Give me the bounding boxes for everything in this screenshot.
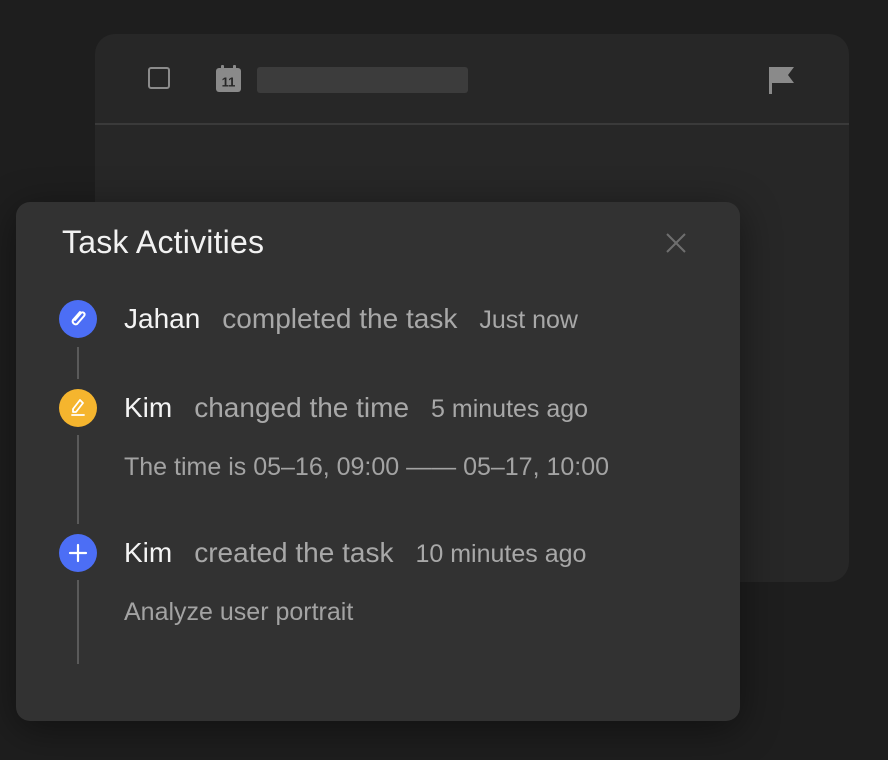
- activity-item: Kim changed the time 5 minutes ago: [124, 390, 588, 427]
- task-title-input[interactable]: [257, 67, 468, 93]
- activity-actor: Kim: [124, 392, 173, 423]
- task-activities-panel: Task Activities Jahan completed the task J…: [16, 202, 740, 721]
- activity-time: 10 minutes ago: [415, 540, 587, 568]
- edit-icon: [71, 399, 85, 416]
- activity-badge: [59, 389, 97, 427]
- link-icon: [71, 311, 86, 326]
- activity-badge: [59, 300, 97, 338]
- plus-icon: [68, 543, 88, 563]
- timeline-connector: [77, 435, 79, 524]
- panel-title: Task Activities: [62, 224, 265, 260]
- activity-action: changed the time: [194, 392, 410, 423]
- activity-action: completed the task: [222, 303, 458, 334]
- task-complete-checkbox[interactable]: [148, 67, 170, 89]
- app-stage: 11 Task Activities Jahan completed the t…: [0, 0, 888, 760]
- activity-action: created the task: [194, 537, 394, 568]
- task-toolbar: 11: [95, 34, 849, 125]
- flag-icon[interactable]: [767, 65, 797, 95]
- calendar-icon[interactable]: 11: [215, 65, 242, 93]
- activity-item: Kim created the task 10 minutes ago: [124, 535, 586, 572]
- timeline-connector: [77, 580, 79, 664]
- close-icon[interactable]: [662, 229, 690, 257]
- activity-detail: The time is 05–16, 09:00 —— 05–17, 10:00: [124, 453, 610, 481]
- activity-detail: Analyze user portrait: [124, 598, 354, 626]
- timeline-connector: [77, 347, 79, 379]
- activity-actor: Kim: [124, 537, 173, 568]
- activity-time: Just now: [479, 306, 578, 334]
- activity-time: 5 minutes ago: [431, 395, 589, 423]
- activity-actor: Jahan: [124, 303, 201, 334]
- activity-badge: [59, 534, 97, 572]
- activity-item: Jahan completed the task Just now: [124, 301, 578, 338]
- calendar-day: 11: [222, 75, 236, 90]
